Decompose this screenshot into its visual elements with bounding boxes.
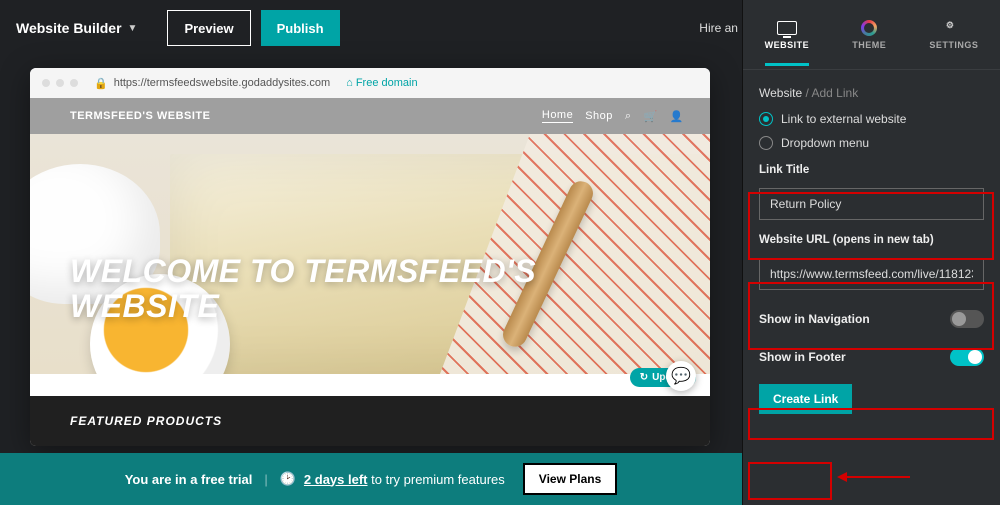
preview-url: https://termsfeedswebsite.godaddysites.c… <box>114 77 330 89</box>
create-link-button[interactable]: Create Link <box>759 384 852 414</box>
link-title-label: Link Title <box>759 164 984 176</box>
url-input[interactable] <box>759 258 984 290</box>
hero-section[interactable]: WELCOME TO TERMSFEED'S WEBSITE <box>30 134 710 374</box>
gear-icon: ⚙ <box>946 20 962 36</box>
lock-icon: 🔒 <box>94 77 108 90</box>
link-title-input[interactable] <box>759 188 984 220</box>
panel-tabs: WEBSITE THEME ⚙ SETTINGS <box>743 0 1000 70</box>
refresh-icon: ↻ <box>640 372 648 383</box>
breadcrumb-root[interactable]: Website <box>759 86 802 100</box>
free-domain-link[interactable]: ⌂ Free domain <box>346 77 417 89</box>
hero-line2: WEBSITE <box>70 289 536 324</box>
trial-suffix: to try premium features <box>368 472 505 487</box>
url-label: Website URL (opens in new tab) <box>759 234 984 246</box>
site-header: TERMSFEED'S WEBSITE Home Shop ⌕ 🛒 👤 <box>30 98 710 134</box>
radio-icon <box>759 112 773 126</box>
hero-headline: WELCOME TO TERMSFEED'S WEBSITE <box>70 254 536 324</box>
tab-website-label: WEBSITE <box>765 40 810 50</box>
free-domain-label: Free domain <box>356 77 418 89</box>
radio-dropdown-label: Dropdown menu <box>781 136 869 150</box>
show-nav-label: Show in Navigation <box>759 312 870 326</box>
browser-bar: 🔒 https://termsfeedswebsite.godaddysites… <box>30 68 710 98</box>
brand-label: Website Builder <box>16 20 122 36</box>
monitor-icon <box>777 21 797 35</box>
site-preview: 🔒 https://termsfeedswebsite.godaddysites… <box>30 68 710 446</box>
site-title: TERMSFEED'S WEBSITE <box>70 110 210 122</box>
user-icon[interactable]: 👤 <box>670 110 684 123</box>
search-icon[interactable]: ⌕ <box>625 110 632 123</box>
gift-icon: ⌂ <box>346 77 353 89</box>
tab-theme-label: THEME <box>852 40 886 50</box>
cart-icon[interactable]: 🛒 <box>644 110 658 123</box>
radio-external[interactable]: Link to external website <box>759 112 984 126</box>
traffic-dot <box>56 79 64 87</box>
chat-icon: 💬 <box>671 366 691 386</box>
preview-button[interactable]: Preview <box>167 10 250 46</box>
right-panel: WEBSITE THEME ⚙ SETTINGS Website / Add L… <box>742 0 1000 505</box>
traffic-dot <box>42 79 50 87</box>
publish-button[interactable]: Publish <box>261 10 340 46</box>
breadcrumb: Website / Add Link <box>759 86 984 100</box>
featured-section[interactable]: FEATURED PRODUCTS <box>30 396 710 446</box>
show-footer-row: Show in Footer <box>759 348 984 366</box>
view-plans-button[interactable]: View Plans <box>523 463 617 495</box>
breadcrumb-current: Add Link <box>812 86 859 100</box>
hero-line1: WELCOME TO TERMSFEED'S <box>70 254 536 289</box>
nav-shop[interactable]: Shop <box>585 110 613 122</box>
url-group: Website URL (opens in new tab) <box>759 234 984 290</box>
color-ring-icon <box>861 20 877 36</box>
show-nav-row: Show in Navigation <box>759 310 984 328</box>
show-footer-label: Show in Footer <box>759 350 846 364</box>
separator: | <box>264 472 267 487</box>
panel-body: Website / Add Link Link to external webs… <box>743 70 1000 424</box>
create-row: Create Link <box>759 384 984 414</box>
trial-prefix: You are in a free trial <box>125 472 253 487</box>
chevron-down-icon: ▼ <box>128 23 138 34</box>
trial-bar: You are in a free trial | 🕑 2 days left … <box>0 453 742 505</box>
chat-button[interactable]: 💬 <box>666 361 696 391</box>
site-nav: Home Shop ⌕ 🛒 👤 <box>542 109 684 123</box>
annotation-arrow <box>840 476 910 478</box>
tab-settings-label: SETTINGS <box>929 40 978 50</box>
radio-dropdown[interactable]: Dropdown menu <box>759 136 984 150</box>
link-title-group: Link Title <box>759 164 984 220</box>
show-nav-toggle[interactable] <box>950 310 984 328</box>
nav-home[interactable]: Home <box>542 109 573 123</box>
traffic-dot <box>70 79 78 87</box>
trial-days[interactable]: 2 days left <box>304 472 368 487</box>
tab-theme[interactable]: THEME <box>844 14 894 56</box>
brand-dropdown[interactable]: Website Builder ▼ <box>16 20 137 36</box>
radio-icon <box>759 136 773 150</box>
featured-title: FEATURED PRODUCTS <box>70 414 222 428</box>
tab-settings[interactable]: ⚙ SETTINGS <box>921 14 986 56</box>
clock-icon: 🕑 <box>280 471 296 487</box>
radio-external-label: Link to external website <box>781 112 906 126</box>
tab-website[interactable]: WEBSITE <box>757 14 818 56</box>
show-footer-toggle[interactable] <box>950 348 984 366</box>
